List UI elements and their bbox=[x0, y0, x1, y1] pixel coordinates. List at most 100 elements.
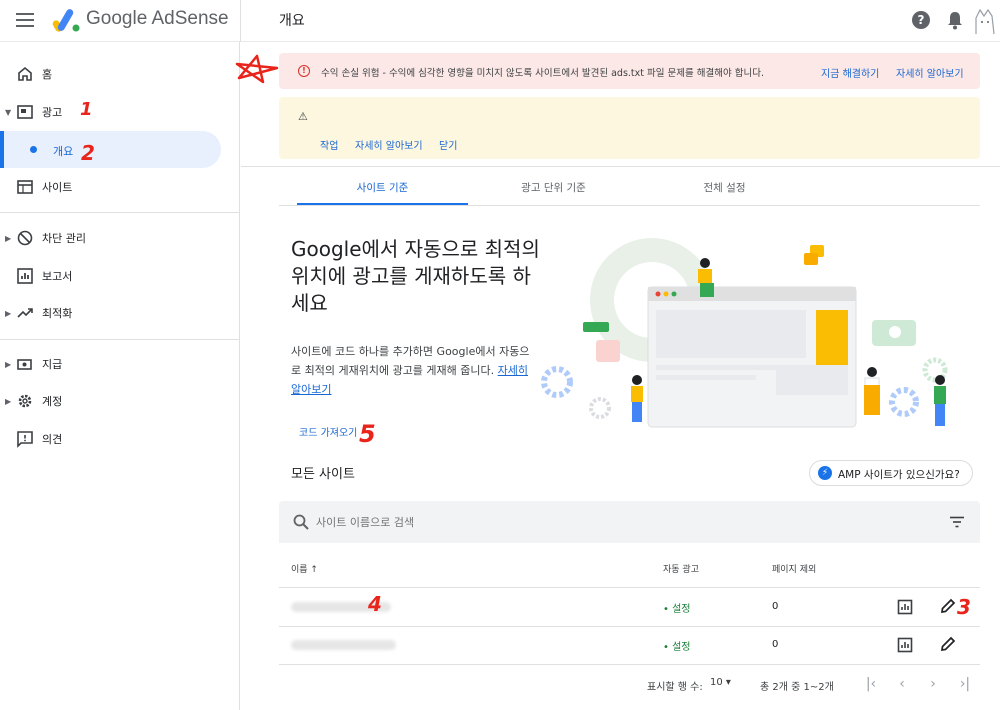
report-chart-icon[interactable] bbox=[897, 599, 913, 615]
sidebar-item-account[interactable]: ▶ 계정 bbox=[0, 382, 240, 420]
auto-ads-status: • 설정 bbox=[663, 604, 691, 615]
hero-description-text: 사이트에 코드 하나를 추가하면 Google에서 자동으로 최적의 게재위치에… bbox=[291, 345, 530, 377]
sidebar-item-label: 지급 bbox=[42, 358, 63, 371]
table-divider bbox=[279, 587, 980, 588]
annotation-step-2: 2 bbox=[81, 141, 95, 165]
column-header-auto-ads: 자동 광고 bbox=[663, 565, 699, 575]
sidebar-item-label: 보고서 bbox=[42, 270, 73, 283]
ads-icon bbox=[17, 105, 33, 119]
error-icon: ! bbox=[298, 65, 310, 77]
rows-per-page-select[interactable]: 10 ▾ bbox=[710, 677, 731, 688]
page-title: 개요 bbox=[279, 13, 305, 29]
sidebar-item-block-controls[interactable]: ▶ 차단 관리 bbox=[0, 219, 240, 257]
trending-up-icon bbox=[17, 308, 33, 318]
hero-title: Google에서 자동으로 최적의 위치에 광고를 게재하도록 하세요 bbox=[291, 237, 540, 315]
filter-icon[interactable] bbox=[949, 516, 965, 528]
caret-down-icon: ▼ bbox=[5, 107, 12, 117]
sidebar-item-reports[interactable]: 보고서 bbox=[0, 257, 240, 295]
sidebar-item-feedback[interactable]: 의견 bbox=[0, 420, 240, 458]
learn-more-link[interactable]: 자세히 알아보기 bbox=[355, 137, 423, 152]
annotation-step-5: 5 bbox=[359, 420, 376, 448]
home-icon bbox=[18, 66, 32, 81]
alert-message: 수익 손실 위험 - 수익에 심각한 영향을 미치지 않도록 사이트에서 발견된… bbox=[321, 68, 764, 79]
tab-by-site[interactable]: 사이트 기준 bbox=[297, 180, 468, 195]
page-exclusions-count: 0 bbox=[772, 639, 779, 650]
notice-banner: ⚠ 작업 자세히 알아보기 닫기 bbox=[279, 97, 980, 159]
rows-per-page-label: 표시할 행 수: bbox=[647, 682, 703, 693]
table-divider bbox=[279, 664, 980, 665]
menu-icon[interactable] bbox=[16, 13, 34, 27]
avatar[interactable] bbox=[972, 6, 998, 36]
page-exclusions-count: 0 bbox=[772, 601, 779, 612]
content-divider bbox=[241, 166, 1000, 167]
sidebar-divider bbox=[0, 339, 240, 340]
tabs-divider bbox=[279, 205, 980, 206]
payments-icon bbox=[17, 359, 32, 370]
sidebar-item-label: 개요 bbox=[53, 145, 74, 158]
warning-icon: ⚠ bbox=[298, 110, 308, 123]
top-app-bar: Google AdSense 개요 ? bbox=[0, 0, 1000, 42]
edit-pencil-icon[interactable] bbox=[940, 636, 956, 652]
adsense-logo-icon bbox=[52, 9, 80, 32]
active-indicator bbox=[0, 131, 4, 168]
sidebar-item-label: 광고 bbox=[42, 106, 63, 119]
auto-ads-status: • 설정 bbox=[663, 642, 691, 653]
sidebar-item-ads[interactable]: ▼ 광고 bbox=[0, 93, 240, 131]
column-header-page-exclusions: 페이지 제외 bbox=[772, 565, 817, 575]
caret-right-icon: ▶ bbox=[5, 308, 12, 318]
caret-right-icon: ▶ bbox=[5, 359, 12, 369]
sidebar-item-label: 의견 bbox=[42, 433, 63, 446]
sidebar-item-label: 홈 bbox=[42, 68, 53, 81]
sidebar-item-optimization[interactable]: ▶ 최적화 bbox=[0, 294, 240, 332]
sidebar-item-home[interactable]: 홈 bbox=[0, 55, 240, 93]
next-page-icon[interactable]: › bbox=[922, 673, 944, 695]
notifications-bell-icon[interactable] bbox=[946, 10, 964, 30]
dismiss-link[interactable]: 닫기 bbox=[439, 137, 457, 152]
annotation-step-1: 1 bbox=[80, 99, 93, 120]
column-header-name[interactable]: 이름 ↑ bbox=[291, 562, 318, 575]
caret-right-icon: ▶ bbox=[5, 233, 12, 243]
header-divider bbox=[240, 0, 241, 42]
last-page-icon[interactable]: ›| bbox=[954, 673, 976, 695]
gear-icon bbox=[18, 394, 32, 408]
tab-by-ad-unit[interactable]: 광고 단위 기준 bbox=[468, 180, 639, 195]
site-search-bar bbox=[279, 501, 980, 543]
feedback-icon bbox=[17, 431, 33, 448]
fix-now-link[interactable]: 지금 해결하기 bbox=[821, 65, 879, 80]
site-name-redacted[interactable] bbox=[291, 640, 396, 650]
block-icon bbox=[17, 230, 33, 246]
all-sites-heading: 모든 사이트 bbox=[291, 467, 355, 482]
sidebar-item-label: 사이트 bbox=[42, 181, 73, 194]
auto-ads-illustration bbox=[541, 238, 948, 428]
sites-icon bbox=[17, 180, 33, 194]
dot-icon bbox=[30, 146, 37, 153]
sidebar-item-label: 차단 관리 bbox=[42, 232, 86, 245]
sidebar-item-label: 최적화 bbox=[42, 307, 73, 320]
bolt-icon: ⚡ bbox=[818, 466, 832, 480]
app-logo-text: Google AdSense bbox=[86, 8, 229, 29]
report-chart-icon[interactable] bbox=[897, 637, 913, 653]
ads-txt-warning-banner: ! 수익 손실 위험 - 수익에 심각한 영향을 미치지 않도록 사이트에서 발… bbox=[279, 53, 980, 89]
learn-more-link[interactable]: 자세히 알아보기 bbox=[896, 65, 964, 80]
caret-right-icon: ▶ bbox=[5, 396, 12, 406]
star-annotation-icon bbox=[235, 54, 279, 84]
get-code-button[interactable]: 코드 가져오기 bbox=[299, 424, 357, 439]
tab-global-settings[interactable]: 전체 설정 bbox=[639, 180, 810, 195]
help-icon[interactable]: ? bbox=[912, 11, 930, 29]
sidebar: 홈 ▼ 광고 개요 사이트 ▶ 차단 관리 보고서 ▶ 최적화 ▶ 지급 ▶ 계… bbox=[0, 42, 240, 710]
prev-page-icon[interactable]: ‹ bbox=[891, 673, 913, 695]
hero-description: 사이트에 코드 하나를 추가하면 Google에서 자동으로 최적의 게재위치에… bbox=[291, 342, 536, 399]
sidebar-item-payments[interactable]: ▶ 지급 bbox=[0, 345, 240, 383]
sidebar-divider bbox=[0, 212, 240, 213]
annotation-step-4: 4 bbox=[368, 592, 382, 616]
sidebar-item-sites[interactable]: 사이트 bbox=[0, 168, 240, 206]
action-link[interactable]: 작업 bbox=[320, 137, 338, 152]
site-search-input[interactable] bbox=[316, 513, 916, 531]
first-page-icon[interactable]: |‹ bbox=[860, 673, 882, 695]
amp-sites-button[interactable]: ⚡ AMP 사이트가 있으신가요? bbox=[809, 460, 973, 486]
pagination-range: 총 2개 중 1~2개 bbox=[760, 682, 834, 693]
reports-icon bbox=[17, 268, 33, 284]
edit-pencil-icon[interactable] bbox=[940, 598, 956, 614]
table-divider bbox=[279, 626, 980, 627]
sidebar-item-label: 계정 bbox=[42, 395, 63, 408]
